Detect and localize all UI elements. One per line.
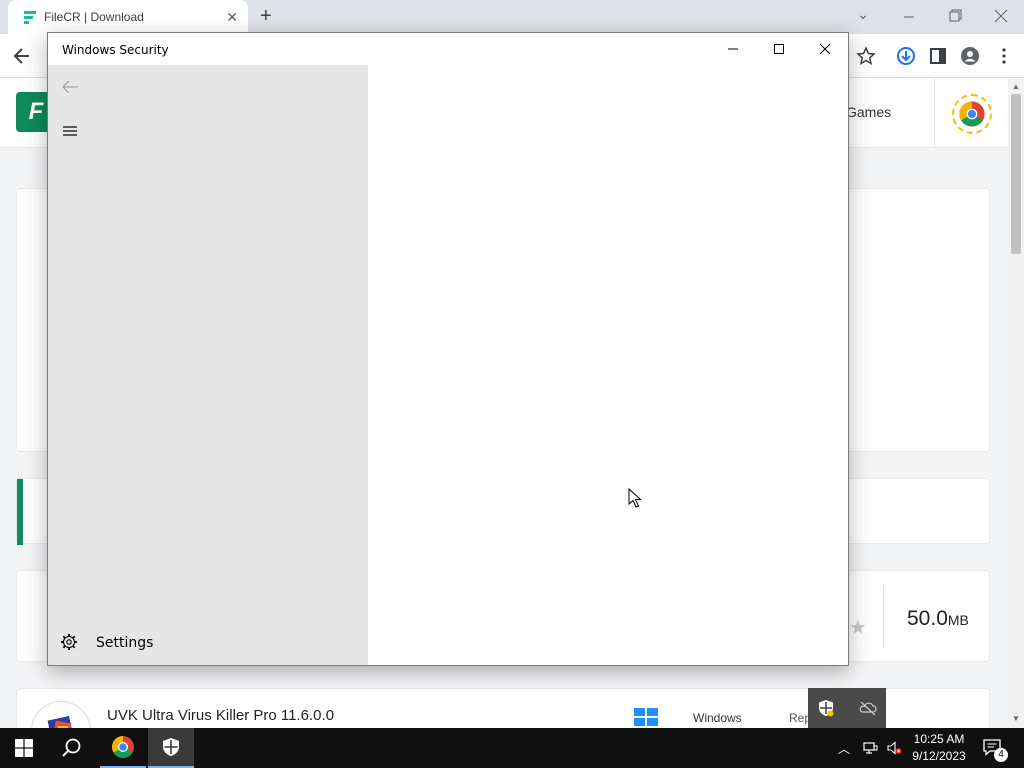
scroll-down-icon[interactable]: ▼ bbox=[1012, 714, 1020, 723]
taskbar-windows-security[interactable] bbox=[148, 728, 194, 768]
nav-link-games[interactable]: Games bbox=[846, 104, 891, 120]
taskbar-search-button[interactable] bbox=[48, 728, 96, 768]
download-icon[interactable] bbox=[896, 46, 916, 66]
product-logo bbox=[31, 701, 91, 728]
uvk-logo-icon bbox=[47, 715, 75, 728]
start-button[interactable] bbox=[0, 728, 48, 768]
back-arrow-icon[interactable] bbox=[60, 77, 80, 97]
rating-star-icon[interactable]: ★ bbox=[849, 615, 867, 640]
network-icon[interactable] bbox=[862, 740, 878, 756]
maximize-icon bbox=[774, 44, 784, 54]
tab-close-icon[interactable]: ✕ bbox=[226, 9, 238, 25]
nav-divider bbox=[934, 78, 935, 148]
show-hidden-icons-chevron[interactable]: ︿ bbox=[838, 740, 850, 757]
mouse-cursor-icon bbox=[628, 488, 642, 508]
close-icon bbox=[819, 43, 831, 55]
tab-search-icon[interactable]: ⌄ bbox=[848, 6, 878, 23]
tray-overflow-popup bbox=[808, 688, 886, 728]
menu-kebab-icon[interactable] bbox=[994, 46, 1014, 66]
shield-icon bbox=[163, 738, 179, 756]
windows-taskbar: ︿ 10:25 AM 9/12/2023 4 bbox=[0, 728, 1024, 768]
clock-date: 9/12/2023 bbox=[912, 749, 966, 763]
tab-title: FileCR | Download bbox=[44, 10, 144, 24]
file-size: 50.0MB bbox=[907, 607, 969, 631]
side-panel-icon[interactable] bbox=[928, 46, 948, 66]
profile-avatar-icon[interactable] bbox=[960, 46, 980, 66]
volume-muted-icon[interactable] bbox=[886, 740, 902, 756]
chrome-icon bbox=[112, 736, 134, 758]
action-center-button[interactable]: 4 bbox=[982, 738, 1008, 762]
file-size-value: 50.0 bbox=[907, 607, 948, 630]
accent-bar bbox=[17, 479, 23, 545]
browser-minimize-icon[interactable] bbox=[894, 12, 924, 22]
browser-restore-icon[interactable] bbox=[940, 8, 970, 24]
file-divider bbox=[883, 585, 884, 649]
windows-logo-icon bbox=[634, 708, 658, 726]
ws-content-pane bbox=[368, 65, 848, 665]
settings-label: Settings bbox=[96, 635, 154, 651]
minimize-icon bbox=[728, 48, 738, 50]
search-icon bbox=[62, 738, 81, 757]
bookmark-star-icon[interactable] bbox=[856, 46, 876, 66]
chrome-logo-icon[interactable] bbox=[952, 94, 992, 134]
notification-count-badge: 4 bbox=[994, 748, 1008, 762]
product-name[interactable]: UVK Ultra Virus Killer Pro 11.6.0.0 bbox=[107, 707, 334, 724]
windows-security-window: Windows Security Settings bbox=[47, 32, 849, 666]
browser-close-icon[interactable] bbox=[986, 8, 1016, 24]
ws-settings-item[interactable]: Settings bbox=[48, 621, 368, 661]
taskbar-chrome[interactable] bbox=[100, 728, 146, 768]
browser-tab-strip: FileCR | Download ✕ + ⌄ bbox=[0, 0, 1024, 34]
filecr-favicon-icon bbox=[24, 11, 36, 24]
windows-logo-icon bbox=[15, 739, 33, 757]
product-os: Windows bbox=[693, 711, 742, 725]
scroll-up-icon[interactable]: ▲ bbox=[1012, 82, 1020, 91]
ws-navigation-pane: Settings bbox=[48, 65, 368, 665]
onedrive-offline-icon[interactable] bbox=[858, 698, 878, 718]
ws-maximize-button[interactable] bbox=[756, 33, 802, 65]
browser-tab[interactable]: FileCR | Download ✕ bbox=[8, 0, 248, 34]
ws-close-button[interactable] bbox=[802, 33, 848, 65]
windows-security-tray-icon[interactable] bbox=[816, 698, 836, 718]
new-tab-button[interactable]: + bbox=[260, 6, 272, 26]
ws-window-title: Windows Security bbox=[62, 43, 169, 57]
page-scrollbar[interactable]: ▲ ▼ bbox=[1008, 78, 1024, 728]
hamburger-menu-icon[interactable] bbox=[60, 121, 80, 141]
file-size-unit: MB bbox=[947, 612, 969, 628]
gear-icon bbox=[61, 634, 77, 650]
back-arrow-icon[interactable] bbox=[12, 46, 32, 66]
clock-time: 10:25 AM bbox=[913, 732, 965, 746]
scroll-thumb[interactable] bbox=[1011, 94, 1021, 254]
ws-minimize-button[interactable] bbox=[710, 33, 756, 65]
ws-titlebar[interactable]: Windows Security bbox=[48, 33, 848, 65]
system-clock[interactable]: 10:25 AM 9/12/2023 bbox=[904, 731, 974, 765]
